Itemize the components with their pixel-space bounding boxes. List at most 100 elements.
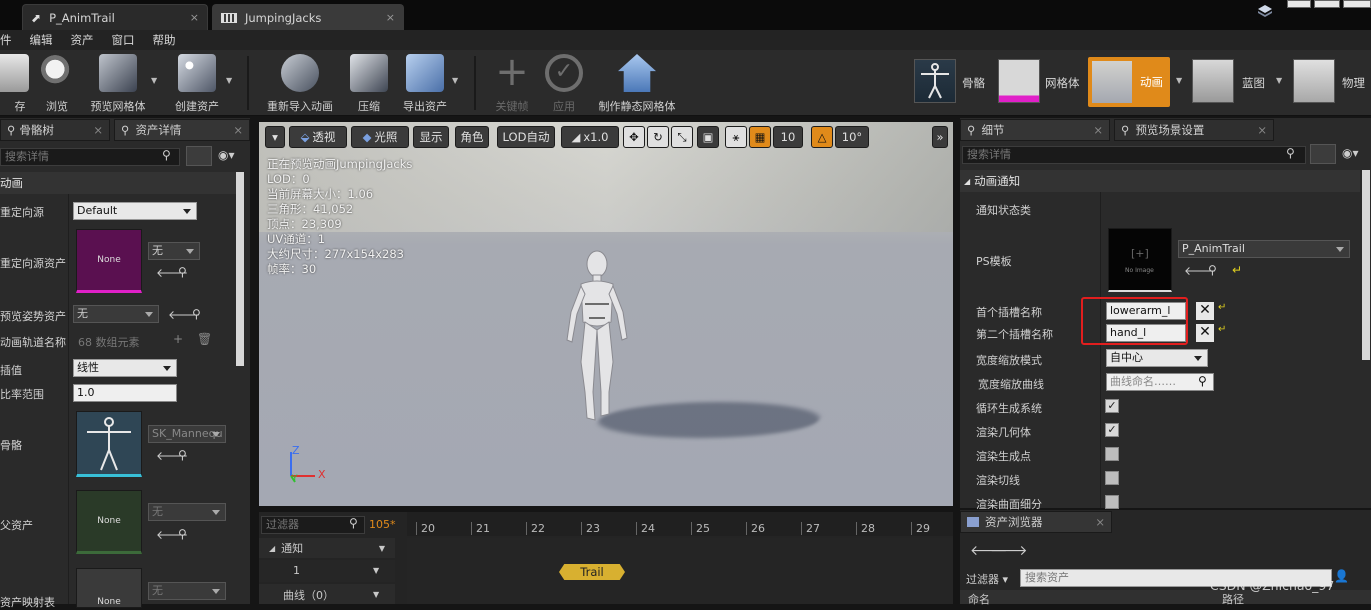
render-tangent-checkbox[interactable] <box>1105 471 1119 485</box>
recycle-checkbox[interactable]: ✓ <box>1105 399 1119 413</box>
forward-arrow-icon[interactable]: 🡒 <box>990 542 1028 559</box>
maximize-button[interactable] <box>1314 0 1340 8</box>
col-name[interactable]: 命名 <box>968 591 990 607</box>
chevron-down-icon[interactable]: ▼ <box>373 566 379 575</box>
reimport-button[interactable]: 重新导入动画 <box>262 52 338 114</box>
menu-edit[interactable]: 编辑 <box>30 32 53 48</box>
rotation-snap-value[interactable]: 10° <box>835 126 869 148</box>
grid-view-icon[interactable] <box>1310 144 1336 164</box>
chevron-down-icon[interactable]: ▼ <box>226 76 232 85</box>
parent-asset-combo[interactable]: 无 <box>148 503 226 521</box>
scale-icon[interactable]: ⤡ <box>671 126 693 148</box>
export-button[interactable]: 导出资产 <box>390 52 460 114</box>
menu-file[interactable]: 件 <box>0 32 12 48</box>
asset-mapping-thumb[interactable]: None <box>76 568 142 608</box>
tab-preview-scene[interactable]: ⚲ 预览场景设置 × <box>1114 119 1274 141</box>
skeleton-thumb[interactable] <box>76 411 142 477</box>
mode-mesh-label[interactable]: 网格体 <box>1045 75 1080 91</box>
left-search-input[interactable]: 搜索详情 <box>0 148 180 166</box>
width-scale-mode-select[interactable]: 自中心 <box>1106 349 1208 367</box>
section-animation[interactable]: 动画 <box>0 172 236 194</box>
preview-mesh-button[interactable]: 预览网格体 <box>83 52 153 114</box>
mesh-mode-icon[interactable] <box>998 59 1040 103</box>
scrollbar[interactable] <box>236 172 244 366</box>
grid-snap-icon[interactable]: ▦ <box>749 126 771 148</box>
unreal-source-icon[interactable] <box>1257 4 1273 18</box>
reset-icon[interactable]: ↵ <box>1218 324 1226 335</box>
close-icon[interactable]: × <box>1093 123 1103 137</box>
grid-view-icon[interactable] <box>186 146 212 166</box>
tab-skeleton-tree[interactable]: ⚲ 骨骼树 × <box>0 119 110 141</box>
create-asset-button[interactable]: 创建资产 <box>162 52 232 114</box>
tab-p-animtrail[interactable]: ⬈ P_AnimTrail × <box>22 4 208 30</box>
character-button[interactable]: 角色 <box>455 126 489 148</box>
world-local-icon[interactable]: ▣ <box>697 126 719 148</box>
rotate-icon[interactable]: ↻ <box>647 126 669 148</box>
menu-window[interactable]: 窗口 <box>112 32 135 48</box>
surface-snap-icon[interactable]: ⚹ <box>725 126 747 148</box>
user-icon[interactable]: 👤 <box>1334 569 1349 583</box>
tab-asset-browser[interactable]: 资产浏览器 × <box>960 511 1112 533</box>
clear-icon[interactable]: ✕ <box>1196 302 1214 320</box>
close-window-button[interactable] <box>1343 0 1371 8</box>
reset-icon[interactable]: ↵ <box>1232 263 1242 277</box>
search-icon[interactable]: ⚲ <box>178 527 187 541</box>
render-tessellation-checkbox[interactable] <box>1105 495 1119 509</box>
interpolation-select[interactable]: 线性 <box>73 359 177 377</box>
timeline-tracks-area[interactable] <box>407 538 953 604</box>
ps-template-combo[interactable]: P_AnimTrail <box>1178 240 1350 258</box>
lit-button[interactable]: ◆ 光照 <box>351 126 409 148</box>
close-icon[interactable]: × <box>386 11 395 24</box>
search-icon[interactable]: ⚲ <box>1286 146 1295 160</box>
tab-details[interactable]: ⚲ 细节 × <box>960 119 1110 141</box>
animation-mode-active[interactable]: 动画 <box>1088 57 1170 107</box>
plus-icon[interactable]: + <box>173 332 183 346</box>
filter-button[interactable]: 过滤器 ▾ <box>966 571 1008 587</box>
lod-auto-button[interactable]: LOD自动 <box>497 126 555 148</box>
close-icon[interactable]: × <box>1257 123 1267 137</box>
chevron-down-icon[interactable]: ▼ <box>373 590 379 599</box>
chevron-down-icon[interactable]: ▼ <box>1276 76 1282 85</box>
blueprint-mode-icon[interactable] <box>1192 59 1234 103</box>
clear-icon[interactable]: ✕ <box>1196 324 1214 342</box>
viewport-expand-icon[interactable]: » <box>932 126 948 148</box>
search-icon[interactable]: ⚲ <box>349 516 358 530</box>
eye-icon[interactable]: ◉▾ <box>1342 146 1359 160</box>
chevron-down-icon[interactable]: ▼ <box>1176 76 1182 85</box>
search-icon[interactable]: ⚲ <box>192 307 201 321</box>
make-static-mesh-button[interactable]: 制作静态网格体 <box>594 52 680 114</box>
chevron-down-icon[interactable]: ▼ <box>151 76 157 85</box>
search-icon[interactable]: ⚲ <box>178 448 187 462</box>
close-icon[interactable]: × <box>1095 515 1105 529</box>
trash-icon[interactable]: 🗑 <box>197 332 212 346</box>
chevron-down-icon[interactable]: ▼ <box>452 76 458 85</box>
tab-jumpingjacks[interactable]: JumpingJacks × <box>212 4 404 30</box>
search-icon[interactable]: ⚲ <box>1198 374 1207 388</box>
minimize-button[interactable] <box>1287 0 1311 8</box>
translate-icon[interactable]: ✥ <box>623 126 645 148</box>
retarget-source-select[interactable]: Default <box>73 202 197 220</box>
skeleton-combo[interactable]: SK_Mannequ <box>148 425 226 443</box>
reset-icon[interactable]: ↵ <box>1218 302 1226 313</box>
search-icon[interactable]: ⚲ <box>178 265 187 279</box>
search-icon[interactable]: ⚲ <box>162 148 171 162</box>
viewport[interactable]: ▾ ⬙ 透视 ◆ 光照 显示 角色 LOD自动 ◢ x1.0 ✥ ↻ ⤡ ▣ ⚹ ▦ … <box>259 122 953 506</box>
chevron-down-icon[interactable]: ▼ <box>379 544 385 553</box>
notify-track-header[interactable]: ◢ 通知 ▼ <box>259 538 395 558</box>
right-search-input[interactable]: 搜索详情 <box>962 146 1306 164</box>
rotation-snap-icon[interactable]: △ <box>811 126 833 148</box>
tab-asset-details[interactable]: ⚲ 资产详情 × <box>114 119 250 141</box>
close-icon[interactable]: × <box>190 11 199 24</box>
mode-physics-label[interactable]: 物理 <box>1342 75 1365 91</box>
browse-button[interactable]: 浏览 <box>22 52 92 114</box>
mode-skeleton-label[interactable]: 骨骼 <box>962 75 985 91</box>
retarget-asset-combo[interactable]: 无 <box>148 242 200 260</box>
ps-template-thumb[interactable]: [+] No Image <box>1108 228 1172 292</box>
playback-speed-button[interactable]: ◢ x1.0 <box>561 126 619 148</box>
menu-asset[interactable]: 资产 <box>71 32 94 48</box>
mode-blueprint-label[interactable]: 蓝图 <box>1242 75 1265 91</box>
menu-help[interactable]: 帮助 <box>153 32 176 48</box>
scrollbar[interactable] <box>1362 170 1370 360</box>
grid-snap-value[interactable]: 10 <box>773 126 803 148</box>
parent-asset-thumb[interactable]: None <box>76 490 142 554</box>
